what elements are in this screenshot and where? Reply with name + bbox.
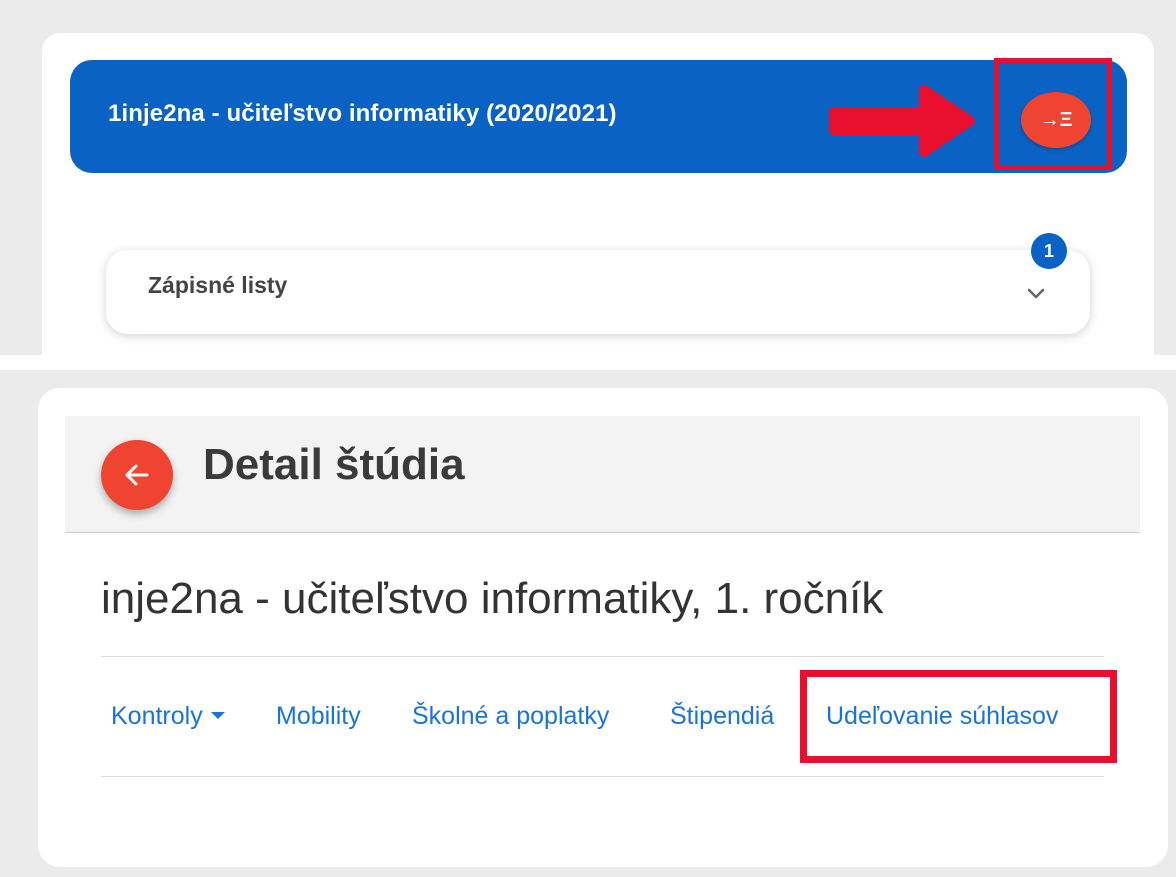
divider	[101, 776, 1104, 777]
study-title: 1inje2na - učiteľstvo informatiky (2020/…	[108, 100, 617, 127]
highlight-box-consents	[800, 670, 1117, 763]
arrow-left-icon	[125, 464, 149, 486]
enrolment-count-badge: 1	[1031, 233, 1067, 269]
page-title: Detail štúdia	[203, 440, 465, 489]
nav-skolne-poplatky[interactable]: Školné a poplatky	[412, 702, 609, 731]
nav-mobility[interactable]: Mobility	[276, 702, 361, 731]
back-button[interactable]	[101, 440, 173, 510]
nav-kontroly-label: Kontroly	[111, 702, 203, 730]
enrolment-sheets-label: Zápisné listy	[148, 272, 288, 298]
program-title: inje2na - učiteľstvo informatiky, 1. roč…	[101, 574, 884, 623]
nav-kontroly-dropdown[interactable]: Kontroly	[111, 702, 225, 731]
nav-stipendia[interactable]: Štipendiá	[670, 702, 774, 731]
highlight-box-enter	[994, 58, 1112, 170]
enrolment-sheets-accordion[interactable]: Zápisné listy	[106, 250, 1090, 334]
annotation-arrow-icon	[829, 85, 975, 157]
divider	[101, 656, 1104, 657]
caret-down-icon	[210, 711, 225, 719]
chevron-down-icon	[1027, 288, 1045, 299]
